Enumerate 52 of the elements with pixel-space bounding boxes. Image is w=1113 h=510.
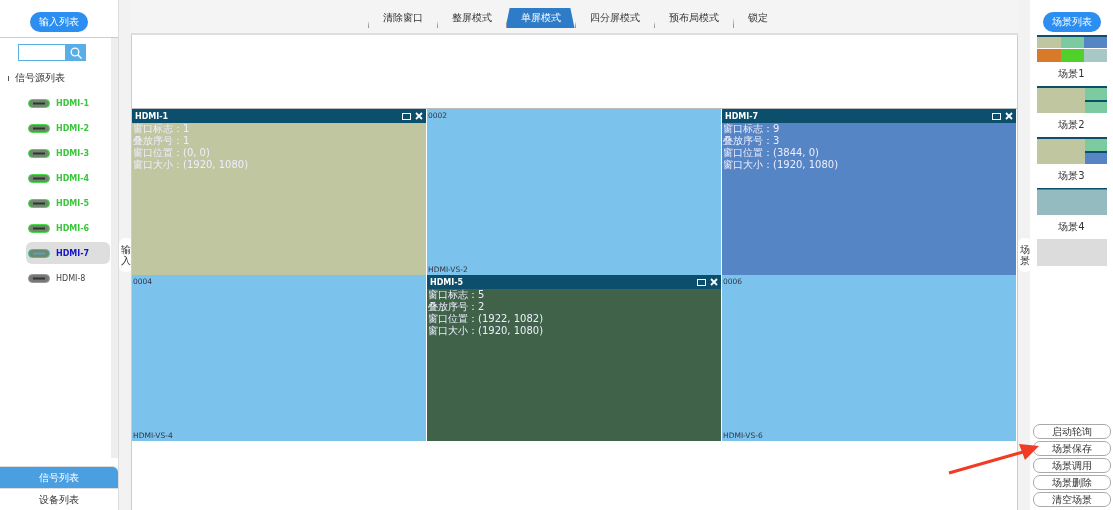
tree-title: 信号源列表: [15, 71, 65, 85]
scene-action-button[interactable]: 场景删除: [1032, 475, 1111, 490]
close-icon[interactable]: [415, 112, 423, 120]
scene-label: 场景1: [1058, 67, 1085, 81]
window-title: HDMI-1: [135, 111, 169, 121]
scrollbar[interactable]: [111, 38, 118, 458]
window-info-text: 窗口大小：(1920, 1080): [132, 159, 250, 171]
video-window[interactable]: HDMI-5 窗口标志：5 叠放序号：2 窗口位置：(1922, 1082) 窗口大小：(1920, 1080): [427, 275, 722, 441]
maximize-icon[interactable]: [402, 112, 411, 120]
window-info-text: 窗口位置：(0, 0): [132, 147, 211, 159]
scene-action-button[interactable]: 场景调用: [1032, 458, 1111, 473]
window-title: HDMI-7: [725, 111, 759, 121]
scene-label: 场景2: [1058, 118, 1085, 132]
search-field[interactable]: [18, 44, 66, 61]
window-info-text: 窗口标志：9: [722, 123, 781, 135]
source-item[interactable]: HDMI-8: [26, 267, 110, 289]
scene-label: 场景4: [1058, 220, 1085, 234]
maximize-icon[interactable]: [697, 278, 706, 286]
window-info-text: 窗口标志：1: [132, 123, 191, 135]
hdmi-port-icon: [28, 198, 50, 208]
close-icon[interactable]: [1005, 112, 1013, 120]
video-window[interactable]: HDMI-7 窗口标志：9 叠放序号：3 窗口位置：(3844, 0) 窗口大小：(1920, 1080): [722, 109, 1017, 275]
window-info-text: 叠放序号：3: [722, 135, 781, 147]
scene-thumbnail[interactable]: [1036, 137, 1107, 164]
window-info-text: 窗口位置：(1922, 1082): [427, 313, 545, 325]
scene-thumbnail[interactable]: [1036, 188, 1107, 215]
maximize-icon[interactable]: [992, 112, 1001, 120]
scene-action-button[interactable]: 场景保存: [1032, 441, 1111, 456]
window-info-text: 窗口大小：(1920, 1080): [427, 325, 545, 337]
scene-action-button[interactable]: 清空场景: [1032, 492, 1111, 507]
hdmi-port-icon: [28, 273, 50, 283]
hdmi-port-icon: [28, 98, 50, 108]
scene-label: 场景3: [1058, 169, 1085, 183]
window-info-text: 叠放序号：1: [132, 135, 191, 147]
mode-tab[interactable]: 单屏模式: [505, 8, 575, 28]
window-title: HDMI-5: [430, 277, 464, 287]
scene-thumbnail[interactable]: [1036, 86, 1107, 113]
video-window[interactable]: HDMI-1 窗口标志：1 叠放序号：1 窗口位置：(0, 0) 窗口大小：(1920, 1080): [132, 109, 427, 275]
window-info-text: 叠放序号：2: [427, 301, 486, 313]
hdmi-port-icon: [28, 223, 50, 233]
window-info-text: 窗口位置：(3844, 0): [722, 147, 820, 159]
scene-thumbnail[interactable]: [1036, 239, 1107, 266]
hdmi-port-icon: [28, 123, 50, 133]
hdmi-port-icon: [28, 173, 50, 183]
window-info-text: 窗口大小：(1920, 1080): [722, 159, 840, 171]
scene-action-button[interactable]: 启动轮询: [1032, 424, 1111, 439]
source-item[interactable]: HDMI-7: [26, 242, 110, 264]
layout-thumbnail[interactable]: [1036, 35, 1107, 62]
window-info-text: 窗口标志：5: [427, 289, 486, 301]
hdmi-port-icon: [28, 248, 50, 258]
hdmi-port-icon: [28, 148, 50, 158]
close-icon[interactable]: [710, 278, 718, 286]
